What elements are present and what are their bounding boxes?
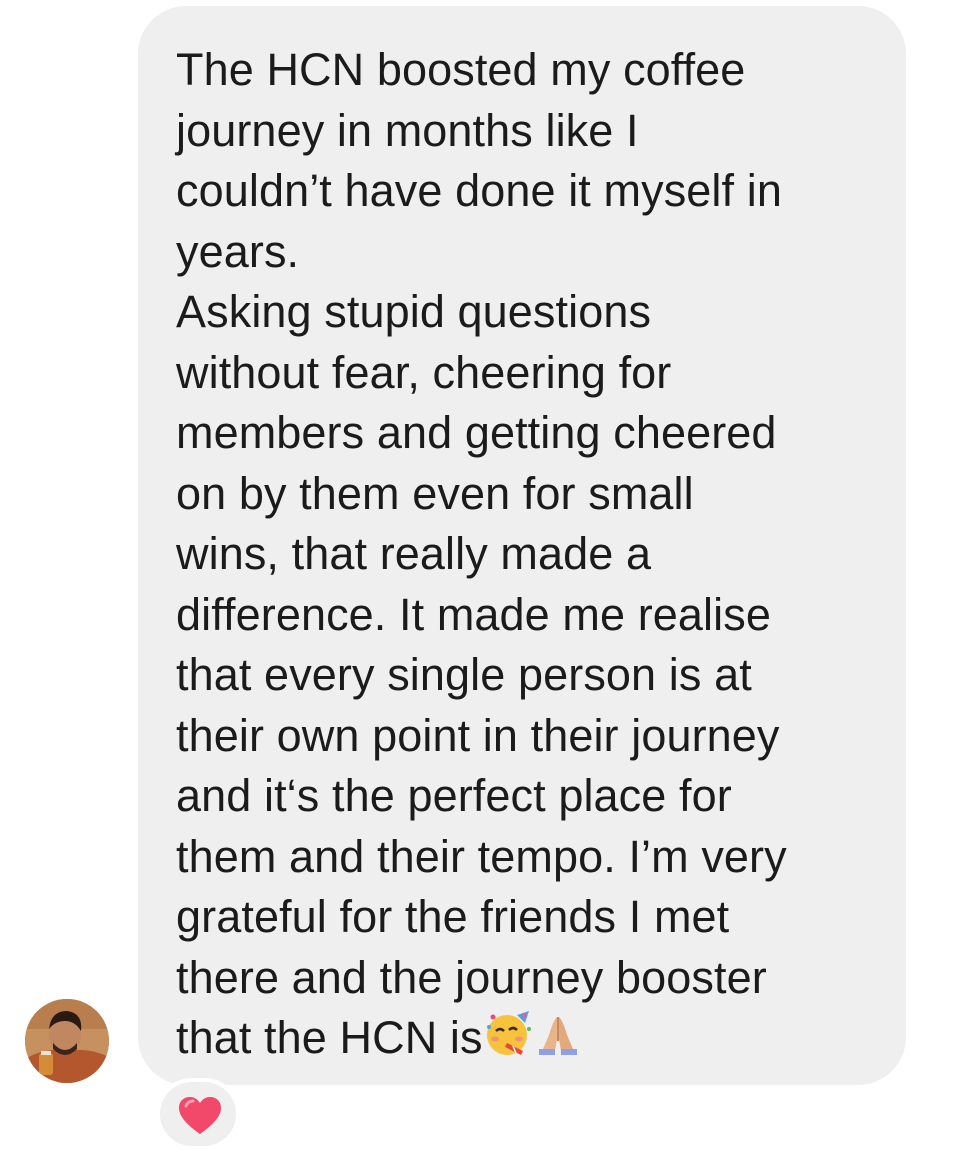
- message-line: there and the journey booster: [176, 951, 767, 1003]
- sender-avatar[interactable]: [25, 999, 109, 1083]
- message-last-line: that the HCN is: [176, 1008, 886, 1073]
- message-line-text: that the HCN is: [176, 1012, 483, 1063]
- message-line: them and their tempo. I’m very: [176, 830, 787, 882]
- message-line: years.: [176, 225, 300, 277]
- partying-face-emoji: [483, 1009, 533, 1073]
- red-heart-emoji: [179, 1097, 221, 1134]
- message-line: journey in months like I: [176, 104, 639, 156]
- message-thread: The HCN boosted my coffee journey in mon…: [0, 0, 964, 1150]
- message-line: Asking stupid questions: [176, 286, 652, 337]
- folded-hands-emoji: [533, 1009, 583, 1073]
- message-line: on by them even for small: [176, 467, 694, 519]
- message-line: couldn’t have done it myself in: [176, 165, 782, 216]
- message-line: their own point in their journey: [176, 709, 780, 761]
- message-line: wins, that really made a: [176, 528, 652, 579]
- profile-photo: [25, 999, 109, 1083]
- message-line: members and getting cheered: [176, 407, 777, 458]
- message-line: and it‘s the perfect place for: [176, 770, 732, 821]
- message-line: The HCN boosted my coffee: [176, 44, 746, 95]
- message-bubble[interactable]: The HCN boosted my coffee journey in mon…: [138, 6, 906, 1085]
- message-line: grateful for the friends I met: [176, 891, 730, 942]
- reaction-badge[interactable]: [156, 1078, 240, 1150]
- message-line: that every single person is at: [176, 649, 752, 700]
- message-line: difference. It made me realise: [176, 588, 771, 640]
- message-line: without fear, cheering for: [176, 346, 672, 398]
